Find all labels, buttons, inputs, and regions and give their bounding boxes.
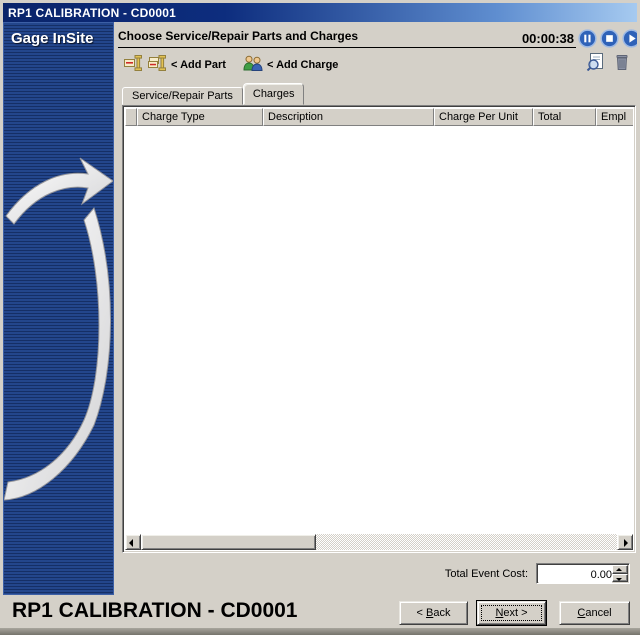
timer-play-button[interactable] [622,29,637,48]
wizard-page: Choose Service/Repair Parts and Charges … [114,22,637,595]
grid-body[interactable] [125,126,633,534]
scroll-right-button[interactable] [617,534,633,550]
window-titlebar[interactable]: RP1 CALIBRATION - CD0001 [3,3,637,22]
back-button[interactable]: < Back [399,601,468,625]
event-timer: 00:00:38 [522,29,637,48]
spin-up-button[interactable] [612,565,628,574]
grid-header-row: Charge TypeDescriptionCharge Per UnitTot… [125,108,633,126]
column-header-description[interactable]: Description [263,108,434,126]
window-bottom-edge [0,628,640,635]
totals-row: Total Event Cost: [114,563,630,584]
scrollbar-thumb[interactable] [141,534,316,550]
app-logo: Gage InSite [4,23,113,47]
total-event-cost-label: Total Event Cost: [445,568,528,580]
header-divider [118,47,576,48]
add-part-label[interactable]: < Add Part [171,59,226,71]
event-title: RP1 CALIBRATION - CD0001 [12,599,298,623]
tab-strip: Service/Repair PartsCharges [122,83,304,105]
spin-down-button[interactable] [612,574,628,583]
scroll-left-button[interactable] [125,534,141,550]
cancel-button[interactable]: Cancel [559,601,630,625]
column-header-charge-type[interactable]: Charge Type [137,108,263,126]
total-event-cost-input[interactable] [539,566,612,583]
total-event-cost-field [536,563,630,584]
timer-display: 00:00:38 [522,31,574,46]
window-title: RP1 CALIBRATION - CD0001 [8,6,176,20]
swoosh-graphic [4,128,114,528]
step-title: Choose Service/Repair Parts and Charges [118,29,358,43]
preview-icon[interactable] [584,53,606,73]
tab-charges[interactable]: Charges [243,83,305,105]
branding-sidebar: Gage InSite [3,22,114,595]
horizontal-scrollbar [125,534,633,550]
delete-icon[interactable] [611,53,633,73]
tab-service-repair-parts[interactable]: Service/Repair Parts [122,87,243,105]
column-header-empl[interactable]: Empl [596,108,633,126]
wizard-footer: RP1 CALIBRATION - CD0001 < Back Next > C… [0,595,640,628]
add-part-icon[interactable] [146,54,168,74]
timer-stop-button[interactable] [600,29,619,48]
timer-pause-button[interactable] [578,29,597,48]
remove-part-icon[interactable] [122,54,144,74]
spinner [612,565,628,582]
scrollbar-track[interactable] [141,534,617,550]
column-header-blank [125,108,137,126]
column-header-total[interactable]: Total [533,108,596,126]
charges-grid-panel: Charge TypeDescriptionCharge Per UnitTot… [122,105,636,553]
application-window: RP1 CALIBRATION - CD0001 Gage InSite Cho… [0,0,640,635]
add-charge-icon[interactable] [242,54,264,74]
add-charge-label[interactable]: < Add Charge [267,59,338,71]
column-header-charge-per-unit[interactable]: Charge Per Unit [434,108,533,126]
next-button[interactable]: Next > [477,601,546,625]
